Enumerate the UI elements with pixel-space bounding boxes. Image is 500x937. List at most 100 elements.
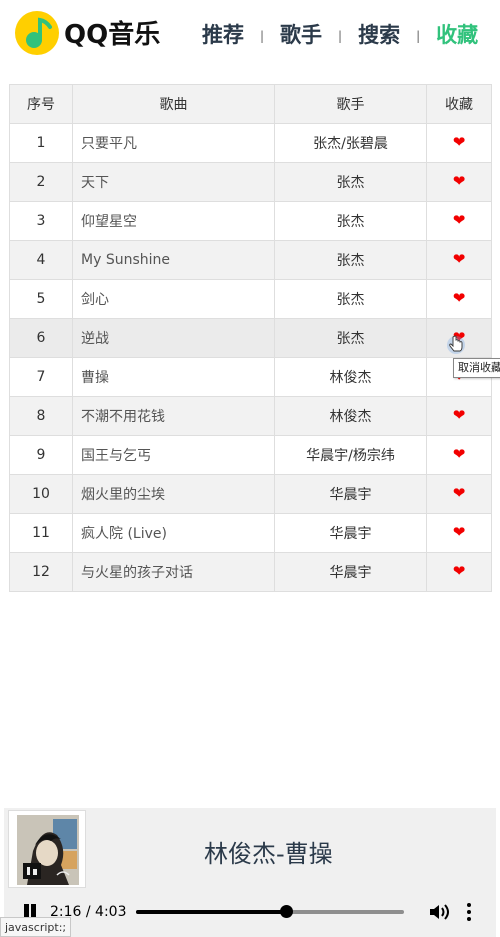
column-header-favorite: 收藏 [426, 84, 492, 124]
nav-separator: | [338, 29, 343, 43]
artist-name: 张杰 [274, 318, 427, 358]
song-title: 疯人院 (Live) [72, 513, 275, 553]
favorites-table: 序号 歌曲 歌手 收藏 1 只要平凡 张杰/张碧晨 ❤ 2 天下 张杰 ❤ 3 仰望星空 张杰 ❤ 4 M… [9, 84, 492, 592]
artist-name: 华晨宇/杨宗纬 [274, 435, 427, 475]
table-row[interactable]: 2 天下 张杰 ❤ [9, 162, 492, 202]
brand-name[interactable]: QQ音乐 [64, 14, 160, 51]
nav-separator: | [416, 29, 421, 43]
song-title: 与火星的孩子对话 [72, 552, 275, 592]
status-bar-url: javascript:; [0, 917, 72, 937]
more-options-button[interactable] [466, 903, 472, 921]
table-row[interactable]: 6逆战张杰❤ [9, 318, 492, 358]
song-title: 曹操 [72, 357, 275, 397]
artist-name: 华晨宇 [274, 474, 427, 514]
heart-icon[interactable]: ❤ [453, 252, 466, 267]
row-number: 7 [9, 357, 73, 397]
hand-cursor-icon [447, 335, 465, 354]
heart-icon[interactable]: ❤ [453, 174, 466, 189]
header: QQ音乐 推荐 | 歌手 | 搜索 | 收藏 [0, 0, 500, 66]
table-row[interactable]: 1 只要平凡 张杰/张碧晨 ❤ [9, 123, 492, 163]
row-number: 11 [9, 513, 73, 553]
artist-name: 张杰/张碧晨 [274, 123, 427, 163]
table-row[interactable]: 5 剑心 张杰 ❤ [9, 279, 492, 319]
favorite-cell: ❤ [426, 123, 492, 163]
song-title: 不潮不用花钱 [72, 396, 275, 436]
song-title: My Sunshine [72, 240, 275, 280]
table-header-row: 序号 歌曲 歌手 收藏 [9, 84, 492, 124]
more-vertical-icon [467, 903, 471, 907]
row-number: 3 [9, 201, 73, 241]
nav-item-recommend[interactable]: 推荐 [202, 19, 244, 49]
table-row[interactable]: 4 My Sunshine 张杰 ❤ [9, 240, 492, 280]
table-row[interactable]: 10 烟火里的尘埃 华晨宇 ❤ [9, 474, 492, 514]
artist-name: 张杰 [274, 201, 427, 241]
heart-icon[interactable]: ❤ [453, 291, 466, 306]
song-title: 逆战 [72, 318, 275, 358]
player-controls: 2:16 / 4:03 [4, 898, 496, 928]
song-title: 剑心 [72, 279, 275, 319]
table-row[interactable]: 3 仰望星空 张杰 ❤ [9, 201, 492, 241]
column-header-song: 歌曲 [72, 84, 275, 124]
song-title: 国王与乞丐 [72, 435, 275, 475]
album-cover-frame [8, 810, 86, 888]
progress-thumb[interactable] [280, 905, 294, 918]
main-nav: 推荐 | 歌手 | 搜索 | 收藏 [202, 18, 478, 50]
song-title: 只要平凡 [72, 123, 275, 163]
song-title: 仰望星空 [72, 201, 275, 241]
favorite-cell: ❤ [426, 513, 492, 553]
favorite-cell: ❤ [426, 162, 492, 202]
qq-music-logo-icon[interactable] [14, 10, 60, 56]
table-row[interactable]: 7曹操林俊杰❤ [9, 357, 492, 397]
row-number: 5 [9, 279, 73, 319]
favorite-cell: ❤ [426, 279, 492, 319]
table-row[interactable]: 12 与火星的孩子对话 华晨宇 ❤ [9, 552, 492, 592]
artist-name: 林俊杰 [274, 396, 427, 436]
nav-item-search[interactable]: 搜索 [358, 19, 400, 49]
artist-name: 张杰 [274, 162, 427, 202]
row-number: 9 [9, 435, 73, 475]
audio-player: 林俊杰-曹操 2:16 / 4:03 [4, 808, 496, 937]
row-number: 10 [9, 474, 73, 514]
heart-icon[interactable]: ❤ [453, 564, 466, 579]
row-number: 4 [9, 240, 73, 280]
more-vertical-icon [467, 910, 471, 914]
pause-icon [24, 904, 29, 918]
progress-bar[interactable] [136, 905, 404, 918]
artist-name: 张杰 [274, 279, 427, 319]
table-body: 1 只要平凡 张杰/张碧晨 ❤ 2 天下 张杰 ❤ 3 仰望星空 张杰 ❤ 4 My Sunshine 张杰… [9, 123, 492, 592]
song-title: 天下 [72, 162, 275, 202]
heart-icon[interactable]: ❤ [453, 213, 466, 228]
nav-item-singers[interactable]: 歌手 [280, 19, 322, 49]
volume-icon[interactable] [428, 902, 450, 922]
table-row[interactable]: 8 不潮不用花钱 林俊杰 ❤ [9, 396, 492, 436]
progress-fill [136, 910, 287, 914]
artist-name: 林俊杰 [274, 357, 427, 397]
row-number: 8 [9, 396, 73, 436]
artist-name: 张杰 [274, 240, 427, 280]
column-header-number: 序号 [9, 84, 73, 124]
row-number: 1 [9, 123, 73, 163]
heart-icon[interactable]: ❤ [453, 135, 466, 150]
nav-separator: | [260, 29, 265, 43]
table-row[interactable]: 9 国王与乞丐 华晨宇/杨宗纬 ❤ [9, 435, 492, 475]
row-number: 12 [9, 552, 73, 592]
table-row[interactable]: 11 疯人院 (Live) 华晨宇 ❤ [9, 513, 492, 553]
favorite-cell: ❤ [426, 474, 492, 514]
nav-item-favorites[interactable]: 收藏 [436, 19, 478, 49]
heart-icon[interactable]: ❤ [453, 525, 466, 540]
favorite-cell: ❤ [426, 552, 492, 592]
row-number: 2 [9, 162, 73, 202]
column-header-artist: 歌手 [274, 84, 427, 124]
tooltip: 取消收藏 [453, 358, 500, 378]
favorite-cell: ❤ [426, 201, 492, 241]
favorites-table-container: 序号 歌曲 歌手 收藏 1 只要平凡 张杰/张碧晨 ❤ 2 天下 张杰 ❤ 3 仰望星空 张杰 ❤ 4 M… [9, 84, 492, 592]
favorite-cell: ❤ [426, 396, 492, 436]
heart-icon[interactable]: ❤ [453, 486, 466, 501]
heart-icon[interactable]: ❤ [453, 408, 466, 423]
row-number: 6 [9, 318, 73, 358]
heart-icon[interactable]: ❤ [453, 447, 466, 462]
more-vertical-icon [467, 917, 471, 921]
favorite-cell: ❤ [426, 240, 492, 280]
now-playing-title: 林俊杰-曹操 [204, 840, 333, 868]
favorite-cell: ❤ [426, 435, 492, 475]
